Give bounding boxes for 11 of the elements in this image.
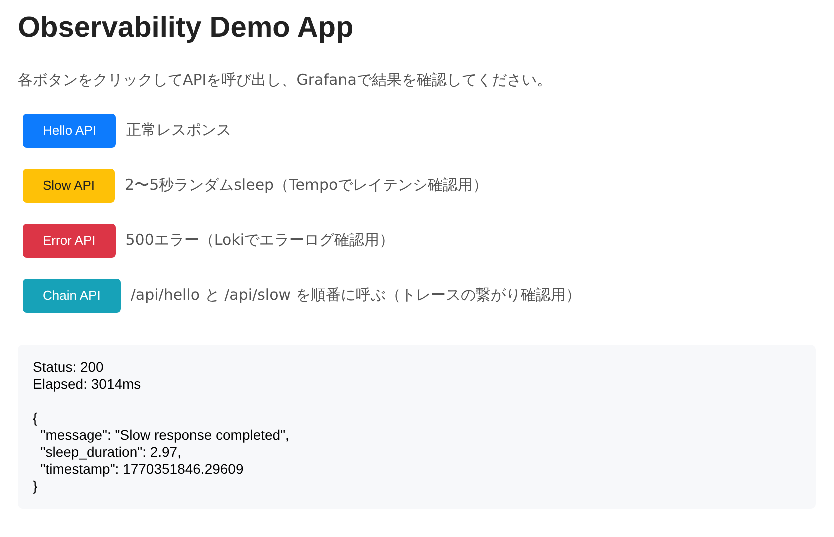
response-output: Status: 200 Elapsed: 3014ms { "message": "Slow response completed", "sleep_duration": 2.97, "timestamp": 1770351846.29609 }: [18, 344, 816, 508]
api-button[interactable]: Error API: [23, 224, 116, 258]
api-button[interactable]: Chain API: [23, 278, 121, 312]
page-title: Observability Demo App: [18, 11, 354, 46]
button-description: 正常レスポンス: [126, 120, 232, 142]
api-button[interactable]: Hello API: [23, 114, 116, 148]
button-description: 2〜5秒ランダムsleep（Tempoでレイテンシ確認用）: [125, 175, 488, 196]
button-description: 500エラー（Lokiでエラーログ確認用）: [126, 230, 395, 252]
page-description: 各ボタンをクリックしてAPIを呼び出し、Grafanaで結果を確認してください。: [18, 70, 552, 91]
button-description: /api/hello と /api/slow を順番に呼ぶ（トレースの繋がり確認用）: [130, 285, 581, 306]
api-button[interactable]: Slow API: [23, 168, 116, 202]
